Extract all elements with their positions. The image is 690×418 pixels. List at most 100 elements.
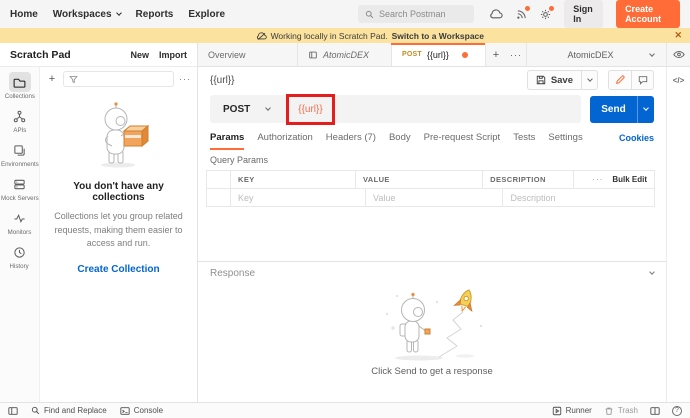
sidebar-item-apis[interactable]: APIs [0,106,39,134]
filter-input[interactable] [63,71,174,87]
switch-workspace-link[interactable]: Switch to a Workspace [392,31,484,41]
console-button[interactable]: Console [120,406,163,416]
tab-settings[interactable]: Settings [548,125,582,150]
search-icon [365,10,374,19]
sidebar-item-environments[interactable]: Environments [0,140,39,168]
scratch-pad-banner: Working locally in Scratch Pad. Switch t… [0,28,690,43]
search-input[interactable]: Search Postman [358,5,474,23]
tab-options-icon[interactable]: ··· [506,43,526,66]
table-header-row: KEY VALUE DESCRIPTION ··· Bulk Edit [207,171,654,188]
sidebar-toggle-button[interactable] [8,406,18,416]
nav-home[interactable]: Home [10,9,38,20]
environment-selector[interactable]: AtomicDEX [526,43,666,66]
sidebar-item-monitors[interactable]: Monitors [0,208,39,236]
trash-button[interactable]: Trash [604,406,638,416]
table-more-icon[interactable]: ··· [592,175,603,184]
banner-close-icon[interactable]: ✕ [674,30,682,41]
save-button[interactable]: Save [527,70,598,90]
tab-params[interactable]: Params [210,125,244,150]
cloud-offline-icon [256,32,267,40]
sync-cloud-icon[interactable] [489,9,503,19]
tab-authorization[interactable]: Authorization [257,125,312,150]
url-variable-text[interactable]: {{url}} [298,104,322,115]
table-row: Key Value Description [207,188,654,206]
tab-pre-request-script[interactable]: Pre-request Script [424,125,501,150]
collection-icon [308,50,318,60]
mock-servers-icon [9,174,31,194]
history-icon [9,242,31,262]
create-collection-link[interactable]: Create Collection [53,264,184,275]
value-input[interactable]: Value [366,189,503,206]
split-pane-icon[interactable] [650,406,660,416]
collections-icon [9,72,31,92]
new-button[interactable]: New [130,50,149,60]
runner-button[interactable]: Runner [552,406,592,416]
query-params-table: KEY VALUE DESCRIPTION ··· Bulk Edit Key … [206,170,655,207]
save-icon [536,75,546,85]
sign-in-button[interactable]: Sign In [564,0,603,28]
bulk-edit-button[interactable]: Bulk Edit [612,175,647,184]
description-input[interactable]: Description [503,189,654,206]
nav-reports[interactable]: Reports [136,9,174,20]
runner-icon [552,406,562,416]
capture-satellite-icon[interactable] [516,9,527,20]
sidebar-item-history[interactable]: History [0,242,39,270]
tab-headers[interactable]: Headers (7) [326,125,376,150]
console-icon [120,406,130,416]
trash-icon [604,406,614,416]
save-options-button[interactable] [581,71,597,89]
response-empty-text: Click Send to get a response [371,366,492,377]
help-icon[interactable]: ? [672,406,682,416]
url-field[interactable]: POST {{url}} [210,95,581,123]
tab-tests[interactable]: Tests [513,125,535,150]
send-options-button[interactable] [637,96,654,123]
nav-explore[interactable]: Explore [188,9,225,20]
astronaut-box-illustration [53,101,184,169]
sidebar: Scratch Pad New Import Collections APIs [0,43,198,402]
find-and-replace-button[interactable]: Find and Replace [31,406,107,415]
environment-quicklook-button[interactable] [666,43,690,66]
method-dropdown[interactable]: POST [210,104,283,115]
cookies-link[interactable]: Cookies [619,133,654,143]
create-account-button[interactable]: Create Account [616,0,680,28]
add-tab-icon[interactable]: + [486,43,506,66]
add-collection-icon[interactable]: + [46,73,58,85]
tab-overview[interactable]: Overview [198,43,298,66]
main-area: Scratch Pad New Import Collections APIs [0,43,690,402]
collections-empty-state: You don't have any collections Collectio… [40,91,197,275]
sidebar-header: Scratch Pad New Import [0,43,197,67]
apis-icon [9,106,31,126]
edit-pencil-button[interactable] [609,71,631,89]
row-handle[interactable] [207,189,231,206]
send-button[interactable]: Send [590,96,654,123]
tab-collection-atomicdex[interactable]: AtomicDEX [298,43,392,66]
collections-more-icon[interactable]: ··· [179,74,191,84]
sidebar-item-mock-servers[interactable]: Mock Servers [0,174,39,202]
response-empty-state: Click Send to get a response [198,284,666,402]
code-snippet-icon[interactable]: </> [673,76,685,402]
nav-workspaces[interactable]: Workspaces [53,9,121,20]
collections-toolbar: + ··· [40,67,197,91]
request-url-row: POST {{url}} Send [198,93,666,125]
sidebar-body: Collections APIs Environments Mock Serve… [0,67,197,402]
tab-body[interactable]: Body [389,125,411,150]
editor-spacer [198,207,666,261]
import-button[interactable]: Import [159,50,187,60]
filter-funnel-icon [69,75,78,84]
tab-request-url[interactable]: POST {{url}} [392,43,486,66]
empty-state-description: Collections let you group related reques… [53,210,184,251]
sidebar-item-collections[interactable]: Collections [0,72,39,100]
response-header[interactable]: Response [198,262,666,284]
row-handle-column [207,171,231,188]
comment-button[interactable] [631,71,653,89]
key-input[interactable]: Key [231,189,366,206]
settings-gear-icon[interactable] [540,9,551,20]
notification-dot [549,6,554,11]
collections-pane: + ··· [40,67,197,402]
column-description: DESCRIPTION [483,171,574,188]
right-rail: </> [666,67,690,402]
environments-icon [9,140,31,160]
tab-request-method: POST [402,51,422,58]
editor-row: {{url}} Save [198,67,690,402]
monitors-icon [9,208,31,228]
